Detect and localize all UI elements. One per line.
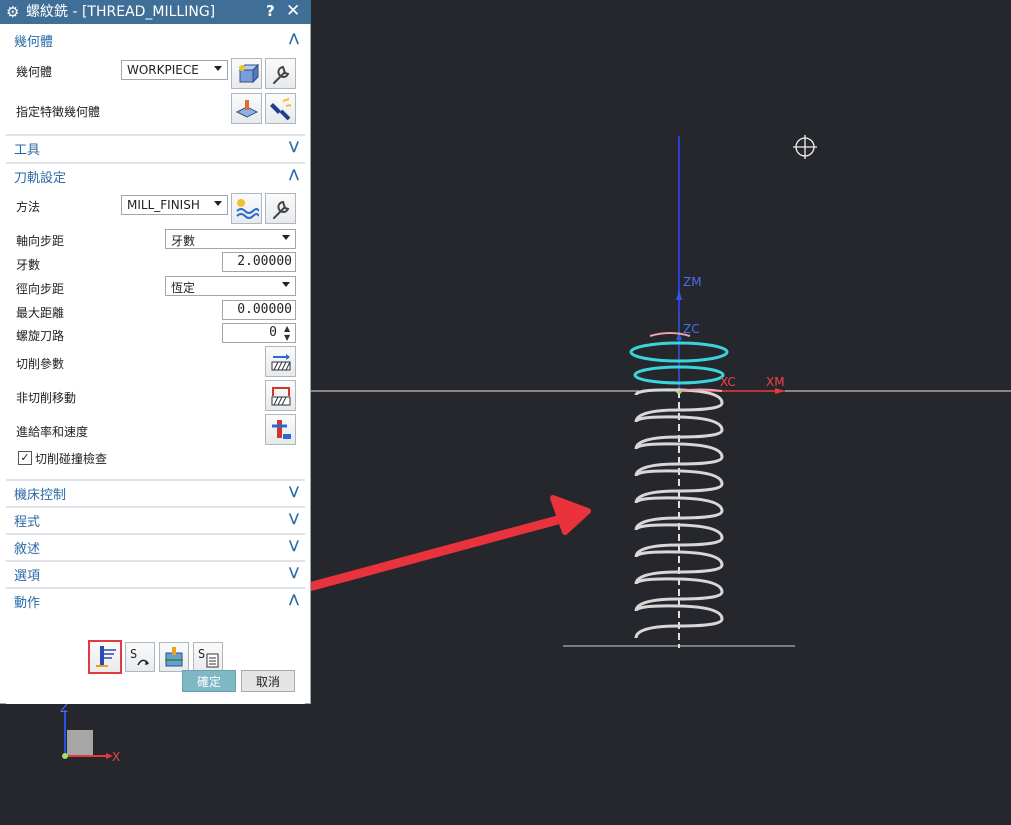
cut-params-button[interactable] (265, 346, 296, 377)
generate-icon (96, 646, 116, 667)
section-actions-label: 動作 (14, 596, 41, 611)
geometry-label: 幾何體 (16, 65, 53, 79)
zc-axis-label: ZC (683, 322, 700, 336)
section-description-header[interactable]: 敘述 ⋁ (6, 533, 305, 557)
xc-axis-label: XC (720, 375, 736, 389)
new-geometry-button[interactable] (231, 58, 262, 89)
verify-toolpath-button[interactable] (159, 642, 189, 672)
section-machine-control-label: 機床控制 (14, 488, 67, 503)
verify-icon (165, 647, 183, 667)
chevron-down-icon: ⋁ (288, 538, 299, 552)
svg-text:S: S (130, 647, 137, 661)
generate-toolpath-button[interactable] (88, 640, 122, 674)
feeds-speeds-label: 進給率和速度 (16, 425, 89, 439)
dialog-body: 幾何體 ⋀ 幾何體 WORKPIECE 指定特徵幾何體 工具 ⋁ 刀軌設定 ⋀ (6, 24, 305, 704)
feeds-speeds-icon (272, 420, 291, 439)
radial-step-value: 恆定 (171, 281, 196, 295)
section-geometry-header[interactable]: 幾何體 ⋀ (6, 28, 305, 52)
replay-toolpath-button[interactable]: S (125, 642, 155, 672)
geometry-select-value: WORKPIECE (127, 63, 199, 77)
collision-check-checkbox[interactable]: ✓ (18, 451, 32, 465)
edit-geometry-button[interactable] (265, 58, 296, 89)
section-geometry-label: 幾何體 (14, 35, 54, 50)
close-button[interactable]: ✕ (286, 1, 300, 21)
dialog-title-bar[interactable]: ⚙ 螺紋銑 - [THREAD_MILLING] ? ✕ (0, 0, 311, 24)
method-select-value: MILL_FINISH (127, 198, 200, 212)
cut-params-icon (271, 354, 291, 371)
workpiece-icon (238, 63, 259, 84)
flashlight-icon (270, 98, 292, 121)
threads-label: 牙數 (16, 258, 41, 272)
feature-geometry-label: 指定特徵幾何體 (16, 105, 101, 119)
method-icon (236, 199, 259, 219)
list-icon: S (198, 647, 219, 668)
spiral-passes-label: 螺旋刀路 (16, 329, 65, 343)
non-cut-moves-button[interactable] (265, 380, 296, 411)
non-cut-moves-icon (271, 387, 291, 406)
gear-icon: ⚙ (6, 3, 20, 21)
spinner-arrows-icon[interactable]: ▲ ▼ (284, 324, 290, 342)
cancel-button[interactable]: 取消 (241, 670, 295, 692)
chevron-down-icon: ⋁ (288, 565, 299, 579)
chevron-up-icon: ⋀ (288, 592, 299, 606)
approach-helix-highlight (629, 332, 729, 392)
cut-params-label: 切削參數 (16, 357, 65, 371)
list-toolpath-button[interactable]: S (193, 642, 223, 672)
method-select[interactable]: MILL_FINISH (121, 195, 228, 215)
non-cut-moves-label: 非切削移動 (16, 391, 77, 405)
new-method-button[interactable] (231, 193, 262, 224)
radial-step-label: 徑向步距 (16, 282, 65, 296)
axial-step-value: 牙數 (171, 234, 196, 248)
zm-axis-label: ZM (683, 275, 702, 289)
section-program-label: 程式 (14, 515, 41, 530)
chevron-down-icon (282, 282, 290, 287)
axial-step-select[interactable]: 牙數 (165, 229, 296, 249)
section-description-label: 敘述 (14, 542, 41, 557)
chevron-down-icon (214, 201, 222, 206)
collision-check-label: 切削碰撞檢查 (35, 452, 108, 466)
method-label: 方法 (16, 200, 41, 214)
geometry-select[interactable]: WORKPIECE (121, 60, 228, 80)
feature-geometry-icon (235, 100, 259, 118)
display-feature-button[interactable] (265, 93, 296, 124)
max-distance-label: 最大距離 (16, 306, 65, 320)
feeds-speeds-button[interactable] (265, 414, 296, 445)
chevron-down-icon (282, 235, 290, 240)
svg-text:S: S (198, 647, 205, 661)
section-machine-control-header[interactable]: 機床控制 ⋁ (6, 479, 305, 503)
section-options-header[interactable]: 選項 ⋁ (6, 560, 305, 584)
chevron-down-icon: ⋁ (288, 139, 299, 153)
section-tool-header[interactable]: 工具 ⋁ (6, 134, 305, 158)
max-distance-input[interactable]: 0.00000 (222, 300, 296, 320)
axial-step-label: 軸向步距 (16, 234, 65, 248)
chevron-down-icon: ⋁ (288, 484, 299, 498)
zm-arrow-head (676, 290, 682, 300)
crosshair-cursor-icon (793, 135, 817, 159)
section-path-settings-header[interactable]: 刀軌設定 ⋀ (6, 162, 305, 186)
chevron-up-icon: ⋀ (288, 31, 299, 45)
xm-axis-label: XM (766, 375, 785, 389)
chevron-down-icon: ⋁ (288, 511, 299, 525)
chevron-up-icon: ⋀ (288, 167, 299, 181)
replay-icon: S (130, 647, 149, 666)
wrench-icon (273, 65, 290, 84)
dialog-title: 螺紋銑 - [THREAD_MILLING] (26, 4, 216, 20)
section-actions-header[interactable]: 動作 ⋀ (6, 587, 305, 611)
radial-step-select[interactable]: 恆定 (165, 276, 296, 296)
section-tool-label: 工具 (14, 143, 41, 158)
section-options-label: 選項 (14, 569, 41, 584)
wrench-icon (273, 200, 290, 219)
chevron-down-icon (214, 66, 222, 71)
view-triad: Z X (60, 701, 120, 764)
threads-input[interactable]: 2.00000 (222, 252, 296, 272)
edit-method-button[interactable] (265, 193, 296, 224)
help-button[interactable]: ? (266, 2, 275, 20)
section-path-settings-label: 刀軌設定 (14, 171, 67, 186)
thread-milling-dialog: ⚙ 螺紋銑 - [THREAD_MILLING] ? ✕ 幾何體 ⋀ 幾何體 W… (0, 0, 311, 704)
triad-x-label: X (112, 750, 120, 764)
section-program-header[interactable]: 程式 ⋁ (6, 506, 305, 530)
specify-feature-button[interactable] (231, 93, 262, 124)
ok-button[interactable]: 確定 (182, 670, 236, 692)
